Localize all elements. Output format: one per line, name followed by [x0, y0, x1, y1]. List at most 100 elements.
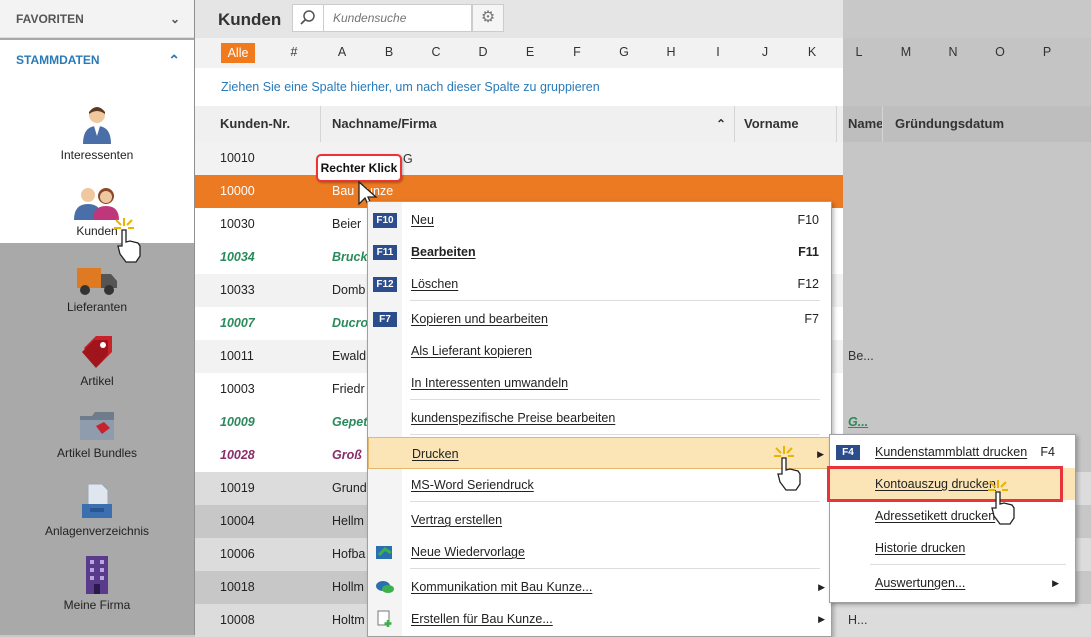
document-tray-icon — [82, 483, 112, 518]
cell-name: Be... — [848, 349, 874, 363]
stammdaten-header[interactable]: STAMMDATEN ⌃ — [0, 40, 194, 80]
cell-nachname: Beier — [332, 217, 362, 231]
group-panel-overlay — [843, 68, 1091, 106]
column-separator — [836, 106, 837, 142]
menu-item-shortcut: F4 — [1040, 445, 1055, 459]
menu-item-neu[interactable]: F10 Neu F10 — [368, 204, 831, 236]
letter-filter-a[interactable]: A — [330, 45, 354, 59]
menu-item-label: Als Lieferant kopieren — [411, 344, 532, 358]
menu-item-kopieren-bearbeiten[interactable]: F7 Kopieren und bearbeiten F7 — [368, 303, 831, 335]
context-menu: F10 Neu F10 F11 Bearbeiten F11 F12 Löschen F12 F7… — [367, 201, 832, 637]
column-header-vorname[interactable]: Vorname — [744, 106, 799, 142]
submenu-item-historie-drucken[interactable]: Historie drucken — [830, 532, 1075, 564]
submenu-item-auswertungen[interactable]: Auswertungen... ▶ — [830, 567, 1075, 599]
favoriten-header[interactable]: FAVORITEN ⌄ — [0, 0, 194, 38]
letter-filter-g[interactable]: G — [612, 45, 636, 59]
cell-kunden-nr: 10033 — [220, 283, 255, 297]
sidebar-item-interessenten[interactable]: Interessenten — [0, 104, 194, 162]
letter-filter-hash[interactable]: # — [282, 45, 306, 59]
menu-item-erstellen-fuer[interactable]: Erstellen für Bau Kunze... ▶ — [368, 603, 831, 635]
menu-item-drucken[interactable]: Drucken ▶ — [368, 437, 831, 469]
menu-divider — [410, 300, 820, 301]
letter-filter-b[interactable]: B — [377, 45, 401, 59]
letter-filter-f[interactable]: F — [565, 45, 589, 59]
sidebar-item-lieferanten[interactable]: Lieferanten — [0, 266, 194, 314]
menu-item-als-lieferant-kopieren[interactable]: Als Lieferant kopieren — [368, 335, 831, 367]
cell-nachname: Grund — [332, 481, 367, 495]
sidebar-item-artikel-bundles[interactable]: Artikel Bundles — [0, 410, 194, 460]
search-settings-gear-icon[interactable]: ⚙ — [472, 4, 504, 32]
search-separator — [323, 5, 324, 31]
menu-item-label: Vertrag erstellen — [411, 513, 503, 527]
truck-icon — [77, 268, 117, 295]
sidebar-item-label: Artikel — [80, 374, 114, 388]
letter-filter-j[interactable]: J — [753, 45, 777, 59]
column-header-nachname[interactable]: Nachname/Firma — [332, 106, 437, 142]
cell-nachname: Domb — [332, 283, 366, 297]
menu-item-loeschen[interactable]: F12 Löschen F12 — [368, 268, 831, 300]
sidebar-item-artikel[interactable]: Artikel — [0, 334, 194, 388]
letter-filter-m[interactable]: M — [894, 45, 918, 59]
add-document-icon — [377, 610, 392, 627]
submenu-item-kundenstammblatt-drucken[interactable]: F4 Kundenstammblatt drucken F4 — [830, 436, 1075, 468]
letter-filter-l[interactable]: L — [847, 45, 871, 59]
grid-overlay — [843, 142, 1091, 472]
sidebar-item-meine-firma[interactable]: Meine Firma — [0, 554, 194, 612]
shortcut-key-badge: F10 — [373, 213, 397, 228]
letter-filter-d[interactable]: D — [471, 45, 495, 59]
menu-item-in-interessenten-umwandeln[interactable]: In Interessenten umwandeln — [368, 367, 831, 399]
submenu-item-adressetikett-drucken[interactable]: Adressetikett drucken — [830, 500, 1075, 532]
submenu-arrow-icon: ▶ — [818, 582, 825, 592]
menu-item-vertrag-erstellen[interactable]: Vertrag erstellen — [368, 504, 831, 536]
menu-item-kommunikation[interactable]: Kommunikation mit Bau Kunze... ▶ — [368, 571, 831, 603]
cell-nachname: Hofba — [332, 547, 366, 561]
column-header-kunden-nr[interactable]: Kunden-Nr. — [220, 106, 290, 142]
cell-nachname: Ewald — [332, 349, 367, 363]
column-header-name[interactable]: Name — [848, 106, 883, 142]
menu-item-kundenspezifische-preise[interactable]: kundenspezifische Preise bearbeiten — [368, 402, 831, 434]
table-row[interactable]: 10010 — [195, 142, 843, 175]
menu-item-bearbeiten[interactable]: F11 Bearbeiten F11 — [368, 236, 831, 268]
menu-item-label: Neue Wiedervorlage — [411, 545, 525, 559]
building-icon — [86, 556, 108, 594]
cell-kunden-nr: 10028 — [220, 448, 255, 462]
menu-item-ms-word-seriendruck[interactable]: MS-Word Seriendruck — [368, 469, 831, 501]
letter-filter-n[interactable]: N — [941, 45, 965, 59]
letter-filter-p[interactable]: P — [1035, 45, 1059, 59]
letter-filter-o[interactable]: O — [988, 45, 1012, 59]
shortcut-key-badge: F12 — [373, 277, 397, 292]
cell-nachname: Ducro — [332, 316, 369, 330]
menu-item-label: Drucken — [412, 447, 459, 461]
letter-filter-i[interactable]: I — [706, 45, 730, 59]
letter-filter-k[interactable]: K — [800, 45, 824, 59]
menu-item-label: Kommunikation mit Bau Kunze... — [411, 580, 593, 594]
shortcut-key-badge: F7 — [373, 312, 397, 327]
sidebar-item-kunden[interactable]: Kunden — [0, 186, 194, 238]
submenu-arrow-icon: ▶ — [818, 614, 825, 624]
column-header-gruendungsdatum[interactable]: Gründungsdatum — [895, 106, 1004, 142]
cell-nachname: Bruck — [332, 250, 368, 264]
letter-filter-c[interactable]: C — [424, 45, 448, 59]
group-panel[interactable]: Ziehen Sie eine Spalte hierher, um nach … — [195, 68, 843, 107]
cell-kunden-nr: 10011 — [220, 349, 254, 363]
menu-item-label: Löschen — [411, 277, 459, 291]
letter-filter-h[interactable]: H — [659, 45, 683, 59]
menu-item-shortcut: F12 — [797, 277, 819, 291]
favoriten-label: FAVORITEN — [16, 12, 84, 26]
customers-icon — [74, 188, 119, 220]
cell-kunden-nr: 10003 — [220, 382, 255, 396]
sidebar: FAVORITEN ⌄ STAMMDATEN ⌃ Interessenten K… — [0, 0, 195, 635]
cell-kunden-nr: 10009 — [220, 415, 255, 429]
search-input[interactable] — [331, 10, 470, 26]
letter-filter-alle[interactable]: Alle — [221, 43, 255, 63]
menu-item-label: Historie drucken — [875, 541, 966, 555]
sort-ascending-icon[interactable]: ⌃ — [716, 106, 726, 142]
letter-filter-e[interactable]: E — [518, 45, 542, 59]
search-box[interactable] — [292, 4, 472, 32]
menu-item-shortcut: F10 — [797, 213, 819, 227]
search-icon[interactable] — [300, 10, 316, 26]
menu-item-neue-wiedervorlage[interactable]: Neue Wiedervorlage — [368, 536, 831, 568]
submenu-arrow-icon: ▶ — [817, 449, 824, 459]
menu-item-label: Bearbeiten — [411, 245, 476, 259]
sidebar-item-anlagenverzeichnis[interactable]: Anlagenverzeichnis — [0, 482, 194, 538]
